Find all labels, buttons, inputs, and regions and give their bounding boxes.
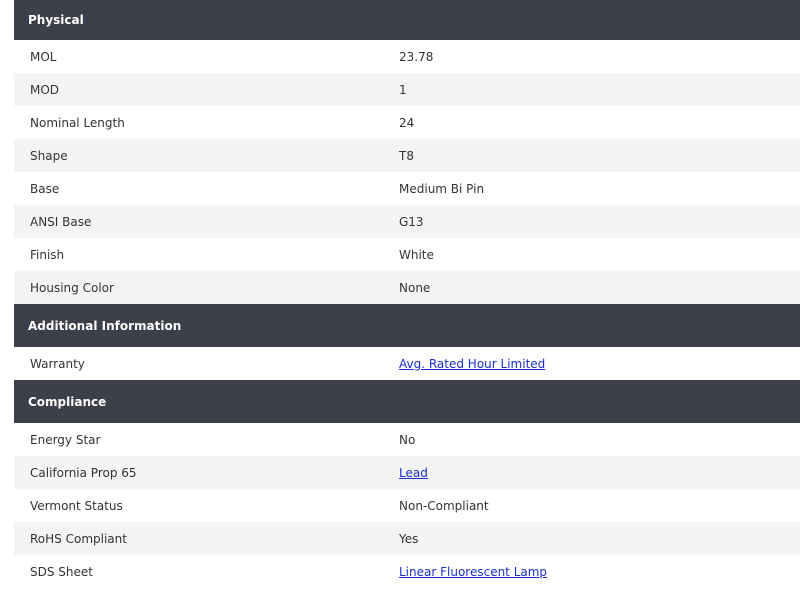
spec-label: SDS Sheet	[30, 564, 93, 579]
spec-row-mol: MOL 23.78	[14, 40, 800, 73]
spec-row-ansi-base: ANSI Base G13	[14, 205, 800, 238]
spec-label: California Prop 65	[30, 465, 137, 480]
spec-label: MOD	[30, 82, 60, 97]
spec-row-vermont-status: Vermont Status Non-Compliant	[14, 489, 800, 522]
spec-value: G13	[399, 214, 424, 229]
spec-table: Physical MOL 23.78 MOD 1 Nominal Length …	[14, 0, 800, 588]
spec-row-shape: Shape T8	[14, 139, 800, 172]
section-title: Additional Information	[28, 318, 182, 333]
spec-value: Lead	[399, 466, 800, 480]
spec-label: MOL	[30, 49, 57, 64]
spec-value: Medium Bi Pin	[399, 181, 485, 196]
spec-row-california-prop-65: California Prop 65 Lead	[14, 456, 800, 489]
spec-value: White	[399, 247, 434, 262]
spec-row-housing-color: Housing Color None	[14, 271, 800, 304]
section-header-additional-information: Additional Information	[14, 304, 800, 347]
section-title: Physical	[28, 13, 84, 27]
section-header-physical: Physical	[14, 0, 800, 40]
prop-65-link[interactable]: Lead	[399, 466, 428, 480]
spec-value: 24	[399, 115, 415, 130]
spec-value: Non-Compliant	[399, 498, 489, 513]
spec-label: Finish	[30, 247, 65, 262]
spec-row-nominal-length: Nominal Length 24	[14, 106, 800, 139]
spec-row-base: Base Medium Bi Pin	[14, 172, 800, 205]
warranty-link[interactable]: Avg. Rated Hour Limited	[399, 357, 545, 371]
sds-sheet-link[interactable]: Linear Fluorescent Lamp	[399, 565, 547, 579]
spec-row-warranty: Warranty Avg. Rated Hour Limited	[14, 347, 800, 380]
section-title: Compliance	[28, 394, 107, 409]
spec-row-rohs-compliant: RoHS Compliant Yes	[14, 522, 800, 555]
spec-value: Avg. Rated Hour Limited	[399, 357, 800, 371]
spec-value: Linear Fluorescent Lamp	[399, 565, 800, 579]
spec-label: Base	[30, 181, 60, 196]
section-header-compliance: Compliance	[14, 380, 800, 423]
spec-label: Housing Color	[30, 280, 114, 295]
spec-value: 23.78	[399, 49, 434, 64]
spec-row-energy-star: Energy Star No	[14, 423, 800, 456]
spec-row-finish: Finish White	[14, 238, 800, 271]
spec-label: Vermont Status	[30, 498, 123, 513]
spec-row-sds-sheet: SDS Sheet Linear Fluorescent Lamp	[14, 555, 800, 588]
spec-label: Shape	[30, 148, 68, 163]
spec-label: Warranty	[30, 356, 85, 371]
spec-label: RoHS Compliant	[30, 531, 127, 546]
spec-value: T8	[399, 148, 414, 163]
spec-value: Yes	[399, 531, 419, 546]
spec-value: No	[399, 432, 416, 447]
spec-label: Nominal Length	[30, 115, 125, 130]
spec-value: None	[399, 280, 431, 295]
spec-label: ANSI Base	[30, 214, 92, 229]
spec-label: Energy Star	[30, 432, 101, 447]
spec-value: 1	[399, 82, 407, 97]
spec-row-mod: MOD 1	[14, 73, 800, 106]
